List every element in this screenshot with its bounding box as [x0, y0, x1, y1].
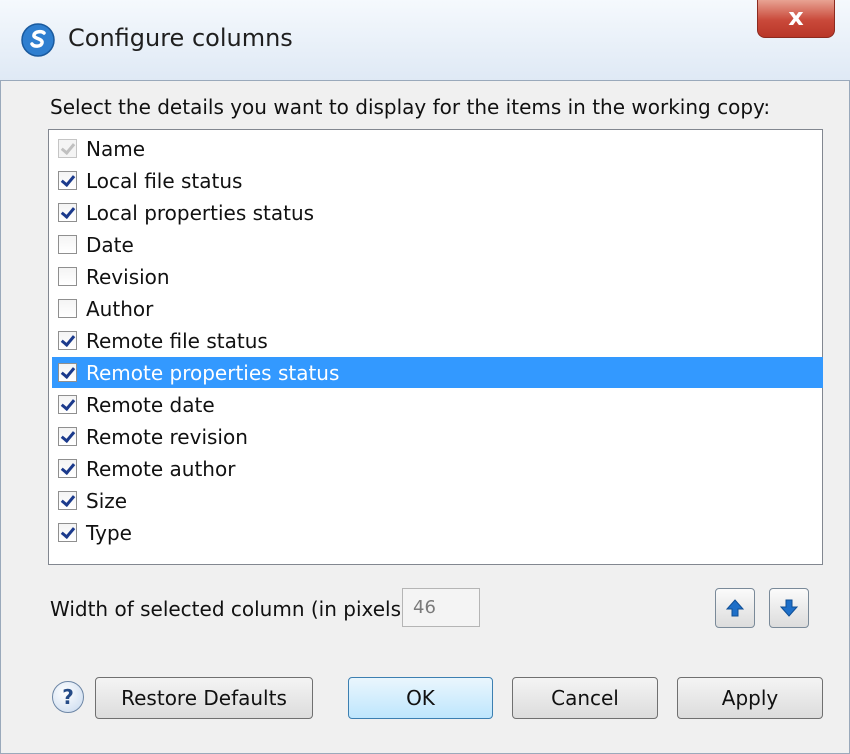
list-item-selected[interactable]: Remote properties status: [52, 357, 823, 388]
list-item-label: Revision: [86, 264, 170, 289]
list-item-label: Local file status: [86, 168, 243, 193]
list-item[interactable]: Name: [58, 133, 822, 164]
checkbox[interactable]: [58, 459, 77, 478]
list-item[interactable]: Date: [58, 229, 822, 260]
checkbox[interactable]: [58, 523, 77, 542]
checkbox[interactable]: [58, 235, 77, 254]
checkbox[interactable]: [58, 395, 77, 414]
list-item[interactable]: Type: [58, 517, 822, 548]
list-item[interactable]: Size: [58, 485, 822, 516]
list-item-label: Remote file status: [86, 328, 268, 353]
column-width-label: Width of selected column (in pixels):: [50, 597, 416, 621]
list-item-label: Size: [86, 488, 128, 513]
configure-columns-dialog: Configure columns x Select the details y…: [0, 0, 850, 754]
list-item[interactable]: Local file status: [58, 165, 822, 196]
checkbox[interactable]: [58, 299, 77, 318]
list-item-label: Remote date: [86, 392, 215, 417]
checkbox[interactable]: [58, 427, 77, 446]
ok-button[interactable]: OK: [348, 677, 493, 719]
list-item[interactable]: Local properties status: [58, 197, 822, 228]
arrow-up-icon: [725, 599, 745, 617]
checkbox: [58, 139, 77, 158]
list-item[interactable]: Revision: [58, 261, 822, 292]
restore-defaults-button[interactable]: Restore Defaults: [95, 677, 313, 719]
list-item-label: Name: [86, 136, 146, 161]
list-item[interactable]: Remote date: [58, 389, 822, 420]
move-down-button[interactable]: [769, 588, 809, 628]
checkbox[interactable]: [58, 491, 77, 510]
list-item[interactable]: Author: [58, 293, 822, 324]
checkbox[interactable]: [58, 363, 77, 382]
list-item-label: Local properties status: [86, 200, 315, 225]
close-button[interactable]: x: [757, 0, 835, 38]
list-item[interactable]: Remote revision: [58, 421, 822, 452]
list-item-label: Remote revision: [86, 424, 248, 449]
list-item-label: Date: [86, 232, 134, 257]
help-icon[interactable]: ?: [52, 681, 84, 713]
checkbox[interactable]: [58, 171, 77, 190]
checkbox[interactable]: [58, 203, 77, 222]
cancel-button[interactable]: Cancel: [512, 677, 658, 719]
columns-list[interactable]: Name Local file status Local properties …: [48, 129, 823, 565]
checkbox[interactable]: [58, 267, 77, 286]
list-item-label: Author: [86, 296, 154, 321]
column-width-field[interactable]: 46: [402, 588, 480, 627]
list-item-label: Remote properties status: [86, 360, 340, 385]
title-bar: Configure columns x: [0, 0, 850, 81]
list-item[interactable]: Remote author: [58, 453, 822, 484]
move-up-button[interactable]: [715, 588, 755, 628]
window-title: Configure columns: [68, 24, 293, 52]
arrow-down-icon: [779, 599, 799, 617]
apply-button[interactable]: Apply: [677, 677, 823, 719]
checkbox[interactable]: [58, 331, 77, 350]
app-logo-icon: [21, 23, 55, 57]
list-item[interactable]: Remote file status: [58, 325, 822, 356]
list-item-label: Remote author: [86, 456, 236, 481]
instruction-label: Select the details you want to display f…: [50, 95, 771, 119]
list-item-label: Type: [86, 520, 132, 545]
